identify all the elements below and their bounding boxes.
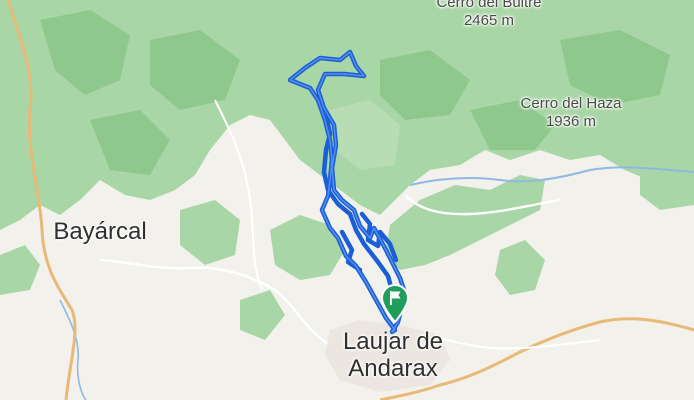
town-name-line2: Andarax <box>348 355 438 382</box>
flag-pin-icon[interactable] <box>379 283 411 323</box>
peak-name: Cerro del Haza <box>520 95 622 112</box>
peak-elevation: 1936 m <box>545 113 597 130</box>
peak-name: Cerro del Bultre <box>436 0 542 11</box>
town-name-line1: Laujar de <box>342 328 444 355</box>
town-label-laujar: Laujar de Andarax <box>318 328 468 382</box>
map-view[interactable]: Cerro del Bultre 2465 m Cerro del Haza 1… <box>0 0 694 400</box>
peak-label-haza: Cerro del Haza 1936 m <box>506 95 636 131</box>
peak-label-bultre: Cerro del Bultre 2465 m <box>424 0 554 30</box>
peak-elevation: 2465 m <box>463 12 515 29</box>
town-label-bayarcal: Bayárcal <box>53 218 147 245</box>
